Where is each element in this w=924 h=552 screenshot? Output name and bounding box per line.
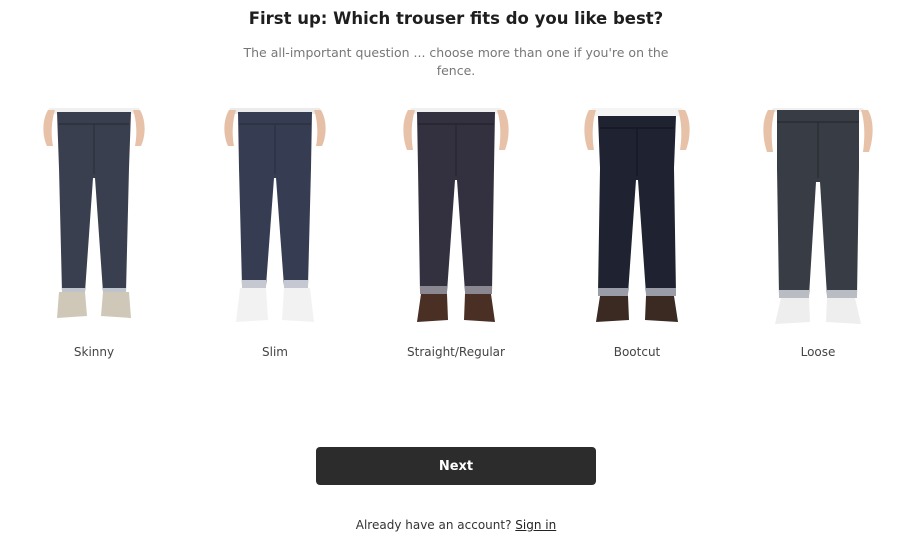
fit-option-slim[interactable]: Slim — [210, 108, 340, 366]
trousers-image — [391, 108, 521, 328]
trousers-image — [753, 108, 883, 328]
fit-option-loose[interactable]: Loose — [753, 108, 883, 366]
fit-label: Straight/Regular — [407, 345, 505, 359]
fit-options: Skinny Slim Straight/Regular Bootcut Loo… — [0, 108, 912, 368]
trousers-image — [210, 108, 340, 328]
trousers-illustration — [584, 108, 690, 322]
trousers-illustration — [763, 108, 873, 324]
trousers-image — [29, 108, 159, 328]
trousers-illustration — [403, 108, 509, 322]
fit-option-straight-regular[interactable]: Straight/Regular — [391, 108, 521, 366]
fit-option-bootcut[interactable]: Bootcut — [572, 108, 702, 366]
quiz-subtitle: The all-important question ... choose mo… — [243, 45, 669, 78]
quiz-title: First up: Which trouser fits do you like… — [248, 9, 664, 28]
signin-row: Already have an account? Sign in — [0, 518, 912, 532]
fit-label: Skinny — [73, 345, 115, 359]
fit-label: Loose — [800, 345, 836, 359]
fit-label: Bootcut — [613, 345, 661, 359]
trousers-illustration — [43, 108, 145, 318]
next-button[interactable]: Next — [316, 447, 596, 485]
signin-link[interactable]: Sign in — [515, 518, 556, 532]
account-prompt: Already have an account? — [355, 518, 512, 532]
fit-label: Slim — [262, 345, 288, 359]
fit-option-skinny[interactable]: Skinny — [29, 108, 159, 366]
trousers-illustration — [224, 108, 326, 322]
fit-quiz-page: First up: Which trouser fits do you like… — [0, 0, 924, 552]
trousers-image — [572, 108, 702, 328]
